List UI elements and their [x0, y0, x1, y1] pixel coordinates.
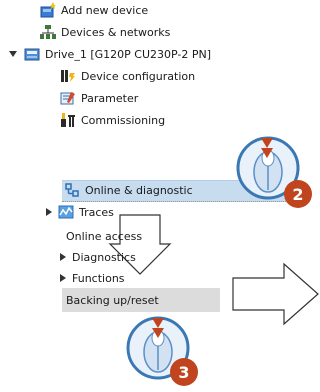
device-config-icon — [60, 68, 76, 84]
tree-item-commissioning[interactable]: Commissioning — [60, 110, 165, 130]
mouse-cursor-step-2: 2 — [232, 128, 312, 208]
drive-icon — [24, 46, 40, 62]
traces-icon — [58, 204, 74, 220]
tree-item-device-configuration[interactable]: Device configuration — [60, 66, 195, 86]
tree-item-devices-networks[interactable]: Devices & networks — [40, 22, 170, 42]
tree-item-parameter[interactable]: Parameter — [60, 88, 138, 108]
tree-item-label: Drive_1 [G120P CU230P-2 PN] — [45, 47, 211, 61]
tree-item-label: Devices & networks — [61, 25, 171, 39]
parameter-icon — [60, 90, 76, 106]
commissioning-icon — [60, 112, 76, 128]
tree-item-label: Commissioning — [81, 113, 166, 127]
tree-item-drive-1[interactable]: Drive_1 [G120P CU230P-2 PN] — [24, 44, 211, 64]
network-icon — [40, 24, 56, 40]
step-3-badge: 3 — [170, 358, 198, 386]
menu-item-label: Functions — [72, 271, 125, 285]
menu-item-functions[interactable]: Functions — [60, 267, 125, 289]
right-arrow-icon — [232, 262, 319, 326]
step-2-badge: 2 — [284, 180, 312, 208]
tree-item-online-diagnostic[interactable]: Online & diagnostic — [64, 180, 193, 200]
tree-item-label: Device configuration — [81, 69, 196, 83]
submenu-arrow-icon — [60, 274, 66, 282]
expand-right-icon[interactable] — [46, 208, 52, 216]
expand-arrow-icon[interactable] — [9, 51, 17, 57]
diagnostics-icon — [64, 182, 80, 198]
tree-item-label: Add new device — [61, 3, 149, 17]
menu-item-online-access[interactable]: Online access — [66, 225, 142, 247]
menu-item-label: Online access — [66, 229, 143, 243]
tree-item-label: Online & diagnostic — [85, 183, 193, 197]
add-device-icon — [40, 2, 56, 18]
tree-item-traces[interactable]: Traces — [46, 202, 114, 222]
tree-item-label: Parameter — [81, 91, 139, 105]
mouse-cursor-step-3: 3 — [124, 302, 200, 388]
menu-item-label: Diagnostics — [72, 250, 136, 264]
menu-item-diagnostics[interactable]: Diagnostics — [60, 246, 136, 268]
tree-item-add-new-device[interactable]: Add new device — [40, 0, 148, 20]
submenu-arrow-icon — [60, 253, 66, 261]
